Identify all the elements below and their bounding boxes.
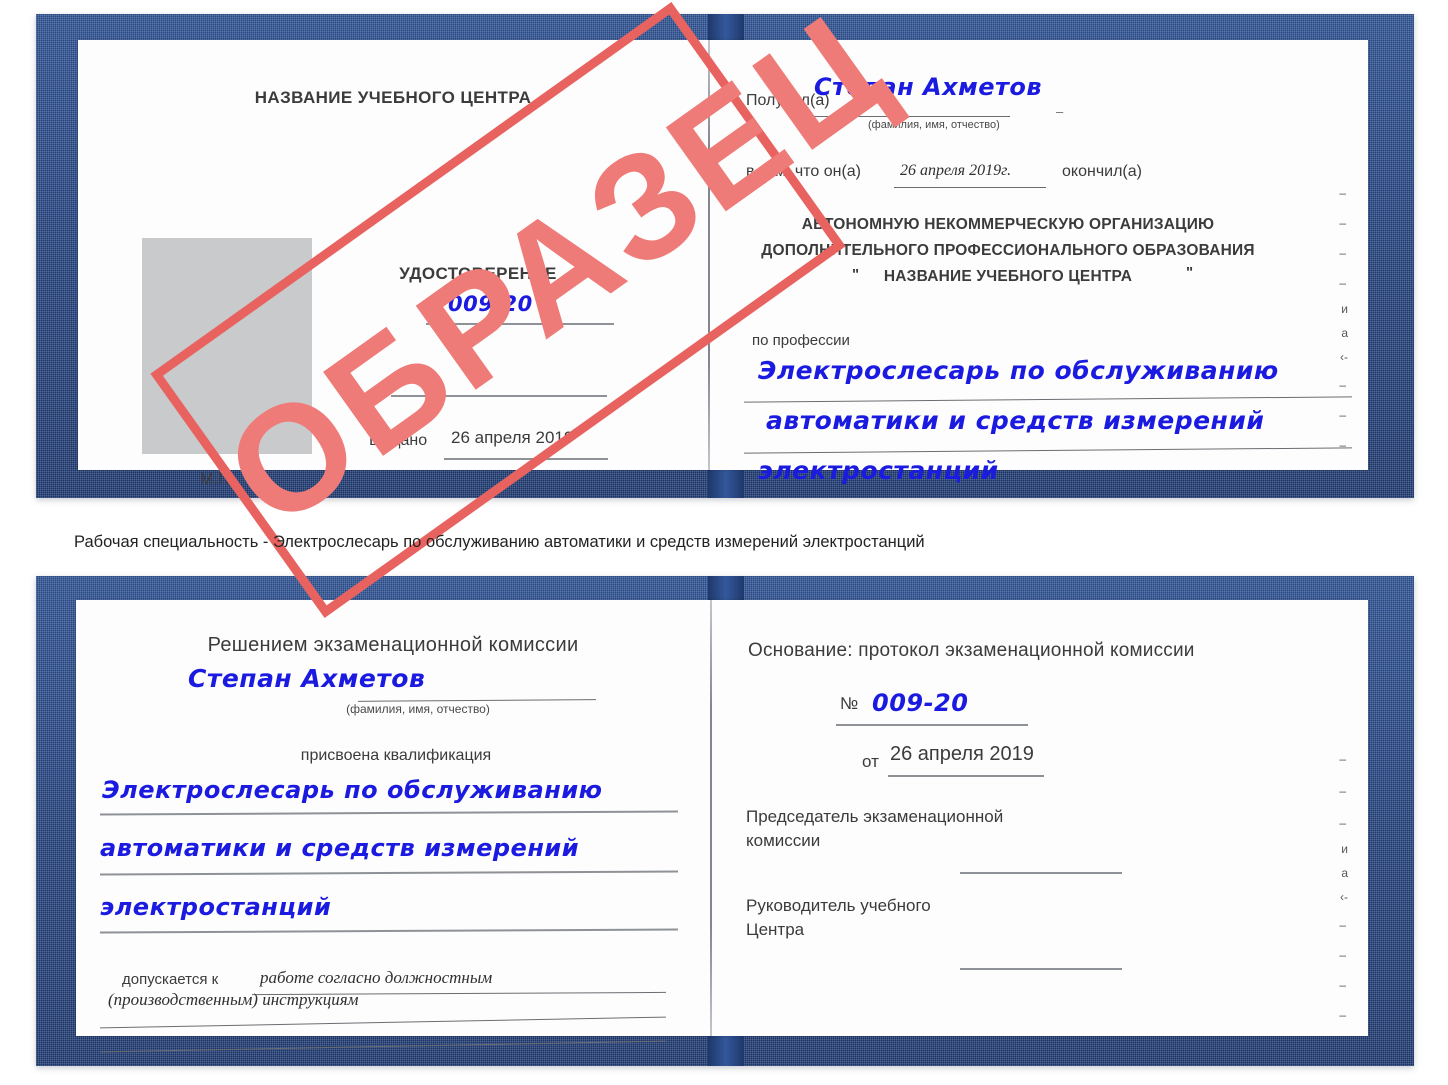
spine-tab-top bbox=[708, 14, 744, 42]
head-signature-rule bbox=[960, 968, 1122, 970]
edge-scrap: – bbox=[1339, 816, 1346, 830]
edge-scrap: ‹- bbox=[1340, 350, 1348, 364]
number-label: № bbox=[428, 296, 445, 313]
basis-label: Основание: протокол экзаменационной коми… bbox=[748, 640, 1195, 661]
qualification-line-2: автоматики и средств измерений bbox=[100, 834, 580, 862]
allowed-rule-2 bbox=[100, 1016, 666, 1029]
edge-scrap: – bbox=[1339, 408, 1346, 422]
in-that-label: в том, что он(а) bbox=[746, 163, 861, 180]
protocol-number-value: 009-20 bbox=[872, 689, 969, 717]
certificate-top-spread: НАЗВАНИЕ УЧЕБНОГО ЦЕНТРА УДОСТОВЕРЕНИЕ №… bbox=[78, 0, 1368, 618]
profession-line-1: Электрослесарь по обслуживанию bbox=[758, 356, 1279, 385]
protocol-date-label: от bbox=[862, 752, 879, 771]
issued-value: 26 апреля 2019 bbox=[451, 428, 574, 447]
profession-line-2: автоматики и средств измерений bbox=[766, 406, 1265, 435]
profession-label: по профессии bbox=[752, 332, 850, 349]
certificate-bottom: Решением экзаменационной комиссии Степан… bbox=[36, 576, 1414, 1066]
image-caption: Рабочая специальность - Электрослесарь п… bbox=[74, 533, 925, 551]
chairman-signature-rule bbox=[960, 872, 1122, 874]
number-value: 009-20 bbox=[448, 292, 533, 316]
qualification-label: присвоена квалификация bbox=[300, 747, 492, 764]
photo-placeholder bbox=[142, 238, 312, 454]
certificate-bottom-right-page: Основание: протокол экзаменационной коми… bbox=[712, 600, 1368, 1036]
edge-scrap: – bbox=[1339, 1008, 1346, 1022]
edge-scrap: а bbox=[1341, 326, 1348, 340]
edge-scrap: – bbox=[1339, 276, 1346, 290]
allowed-label: допускается к bbox=[122, 971, 219, 988]
seal-label: М.П. bbox=[200, 471, 234, 488]
issued-label: Выдано bbox=[369, 432, 428, 449]
edge-scrap: – bbox=[1339, 948, 1346, 962]
received-dash: – bbox=[1056, 104, 1064, 119]
org-quote-close: " bbox=[1186, 264, 1194, 281]
fio-hint: (фамилия, имя, отчество) bbox=[346, 702, 490, 716]
protocol-date-value: 26 апреля 2019 bbox=[890, 743, 1034, 765]
issued-rule bbox=[444, 458, 608, 460]
head-line-1: Руководитель учебного bbox=[746, 896, 931, 915]
protocol-date-rule bbox=[888, 775, 1044, 777]
received-value: Степан Ахметов bbox=[814, 73, 1043, 101]
edge-scrap: – bbox=[1339, 918, 1346, 932]
protocol-number-label: № bbox=[840, 694, 859, 713]
edge-scrap: – bbox=[1339, 438, 1346, 452]
edge-scrap: – bbox=[1339, 752, 1346, 766]
qualification-line-1: Электрослесарь по обслуживанию bbox=[102, 776, 603, 804]
commission-title: Решением экзаменационной комиссии bbox=[207, 634, 579, 656]
chairman-line-2: комиссии bbox=[746, 831, 821, 850]
received-rule bbox=[814, 116, 1010, 117]
qualification-rule-2 bbox=[99, 870, 679, 876]
blank-rule-mid bbox=[391, 395, 607, 397]
profession-line-3: электростанций bbox=[758, 456, 999, 485]
certificate-top-left-page: НАЗВАНИЕ УЧЕБНОГО ЦЕНТРА УДОСТОВЕРЕНИЕ №… bbox=[78, 40, 708, 488]
edge-scrap: – bbox=[1339, 784, 1346, 798]
certificate-top-right-page: Получил(а) Степан Ахметов (фамилия, имя,… bbox=[708, 40, 1368, 485]
protocol-number-rule bbox=[836, 724, 1028, 726]
finish-date-value: 26 апреля 2019г. bbox=[900, 162, 1012, 179]
edge-scrap: а bbox=[1341, 866, 1348, 880]
chairman-line-1: Председатель экзаменационной bbox=[746, 807, 1004, 826]
edge-scrap: ‹- bbox=[1340, 890, 1348, 904]
spine-tab-bottom bbox=[708, 470, 744, 498]
certificate-bottom-left-page: Решением экзаменационной комиссии Степан… bbox=[76, 600, 710, 1053]
edge-scrap: – bbox=[1339, 216, 1346, 230]
edge-scrap: и bbox=[1341, 302, 1348, 316]
qualification-line-3: электростанций bbox=[100, 893, 332, 921]
document-type-label: УДОСТОВЕРЕНИЕ bbox=[399, 264, 557, 283]
org-line-2: ДОПОЛНИТЕЛЬНОГО ПРОФЕССИОНАЛЬНОГО ОБРАЗО… bbox=[761, 242, 1255, 259]
head-line-2: Центра bbox=[746, 920, 805, 939]
training-center-title: НАЗВАНИЕ УЧЕБНОГО ЦЕНТРА bbox=[254, 88, 532, 107]
profession-rule-1 bbox=[744, 396, 1352, 403]
certificate-top: НАЗВАНИЕ УЧЕБНОГО ЦЕНТРА УДОСТОВЕРЕНИЕ №… bbox=[36, 0, 1414, 618]
profession-rule-2 bbox=[744, 447, 1352, 454]
number-rule bbox=[426, 323, 614, 325]
qualification-rule-3 bbox=[99, 928, 679, 934]
student-name-value: Степан Ахметов bbox=[188, 664, 426, 693]
allowed-value-line-2: (производственным) инструкциям bbox=[108, 990, 359, 1009]
spine-tab-bottom bbox=[708, 1036, 744, 1066]
spine-tab-top bbox=[708, 576, 744, 602]
edge-scrap: – bbox=[1339, 246, 1346, 260]
edge-scrap: – bbox=[1339, 978, 1346, 992]
edge-scrap: – bbox=[1339, 378, 1346, 392]
certificate-bottom-spread: Решением экзаменационной комиссии Степан… bbox=[76, 600, 1368, 1053]
allowed-value-line-1: работе согласно должностным bbox=[260, 968, 493, 987]
org-line-3: НАЗВАНИЕ УЧЕБНОГО ЦЕНТРА bbox=[883, 268, 1133, 285]
org-line-1: АВТОНОМНУЮ НЕКОММЕРЧЕСКУЮ ОРГАНИЗАЦИЮ bbox=[801, 216, 1215, 233]
finished-label: окончил(а) bbox=[1062, 163, 1142, 180]
fio-hint: (фамилия, имя, отчество) bbox=[868, 119, 1000, 131]
finish-date-rule bbox=[894, 187, 1046, 188]
allowed-rule-3 bbox=[100, 1040, 666, 1053]
edge-scrap: и bbox=[1341, 842, 1348, 856]
qualification-rule-1 bbox=[99, 810, 679, 816]
edge-scrap: – bbox=[1339, 186, 1346, 200]
